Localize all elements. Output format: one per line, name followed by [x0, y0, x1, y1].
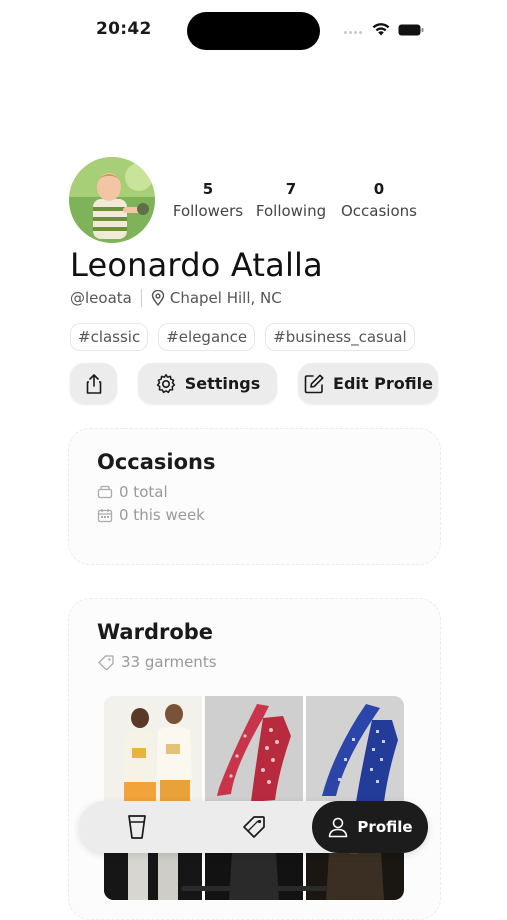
profile-meta: @leoata Chapel Hill, NC	[70, 289, 282, 307]
wardrobe-grid	[104, 696, 404, 900]
tag-chip[interactable]: #business_casual	[265, 323, 415, 351]
share-button[interactable]	[70, 363, 117, 404]
glass-icon	[128, 815, 146, 839]
settings-button[interactable]: Settings	[138, 363, 277, 404]
followers-stat[interactable]: 5 Followers	[163, 180, 253, 220]
gear-icon	[156, 373, 175, 393]
tab-wardrobe[interactable]	[195, 801, 312, 853]
edit-profile-button[interactable]: Edit Profile	[298, 363, 438, 404]
occasions-count: 0	[373, 180, 385, 198]
settings-label: Settings	[184, 374, 261, 393]
location-pin-icon	[151, 290, 165, 306]
occasions-label: Occasions	[341, 202, 417, 220]
wardrobe-title: Wardrobe	[97, 620, 214, 644]
occasions-week-text: 0 this week	[119, 506, 205, 524]
following-stat[interactable]: 7 Following	[246, 180, 336, 220]
avatar[interactable]	[69, 157, 155, 243]
share-icon	[86, 373, 101, 394]
tab-profile-label: Profile	[357, 818, 413, 836]
dynamic-island	[187, 12, 320, 50]
signal-icon	[344, 31, 366, 35]
meta-divider	[140, 289, 142, 307]
wardrobe-count-text: 33 garments	[121, 653, 217, 671]
style-tags: #classic #elegance #business_casual	[70, 323, 415, 351]
tag-chip[interactable]: #elegance	[158, 323, 256, 351]
garment-thumbnail[interactable]	[205, 696, 303, 802]
followers-label: Followers	[172, 202, 244, 220]
wardrobe-count: 33 garments	[97, 653, 217, 671]
tag-chip[interactable]: #classic	[70, 323, 149, 351]
occasions-total: 0 total	[97, 483, 168, 501]
tab-bar: Profile	[79, 801, 428, 853]
edit-profile-label: Edit Profile	[333, 374, 433, 393]
occasions-stat[interactable]: 0 Occasions	[334, 180, 424, 220]
garment-thumbnail[interactable]	[104, 696, 202, 802]
profile-handle: @leoata	[70, 289, 132, 307]
occasions-total-text: 0 total	[119, 483, 168, 501]
calendar-icon	[97, 508, 113, 522]
tag-icon	[98, 655, 114, 670]
box-icon	[97, 485, 113, 499]
status-time: 20:42	[96, 19, 152, 39]
followers-count: 5	[202, 180, 214, 198]
profile-location: Chapel Hill, NC	[169, 289, 282, 307]
person-icon	[329, 817, 348, 838]
home-indicator	[181, 886, 328, 891]
occasions-week: 0 this week	[97, 506, 205, 524]
following-count: 7	[285, 180, 297, 198]
following-label: Following	[255, 202, 327, 220]
occasions-title: Occasions	[97, 450, 216, 474]
wifi-icon	[372, 23, 390, 36]
tab-profile[interactable]: Profile	[312, 801, 428, 853]
tab-drinks[interactable]	[79, 801, 195, 853]
garment-thumbnail[interactable]	[306, 696, 404, 802]
edit-icon	[304, 374, 324, 393]
battery-icon	[398, 24, 424, 36]
profile-name: Leonardo Atalla	[70, 246, 323, 284]
tag-icon	[242, 816, 265, 838]
occasions-card[interactable]: Occasions 0 total 0 this week	[68, 428, 441, 565]
